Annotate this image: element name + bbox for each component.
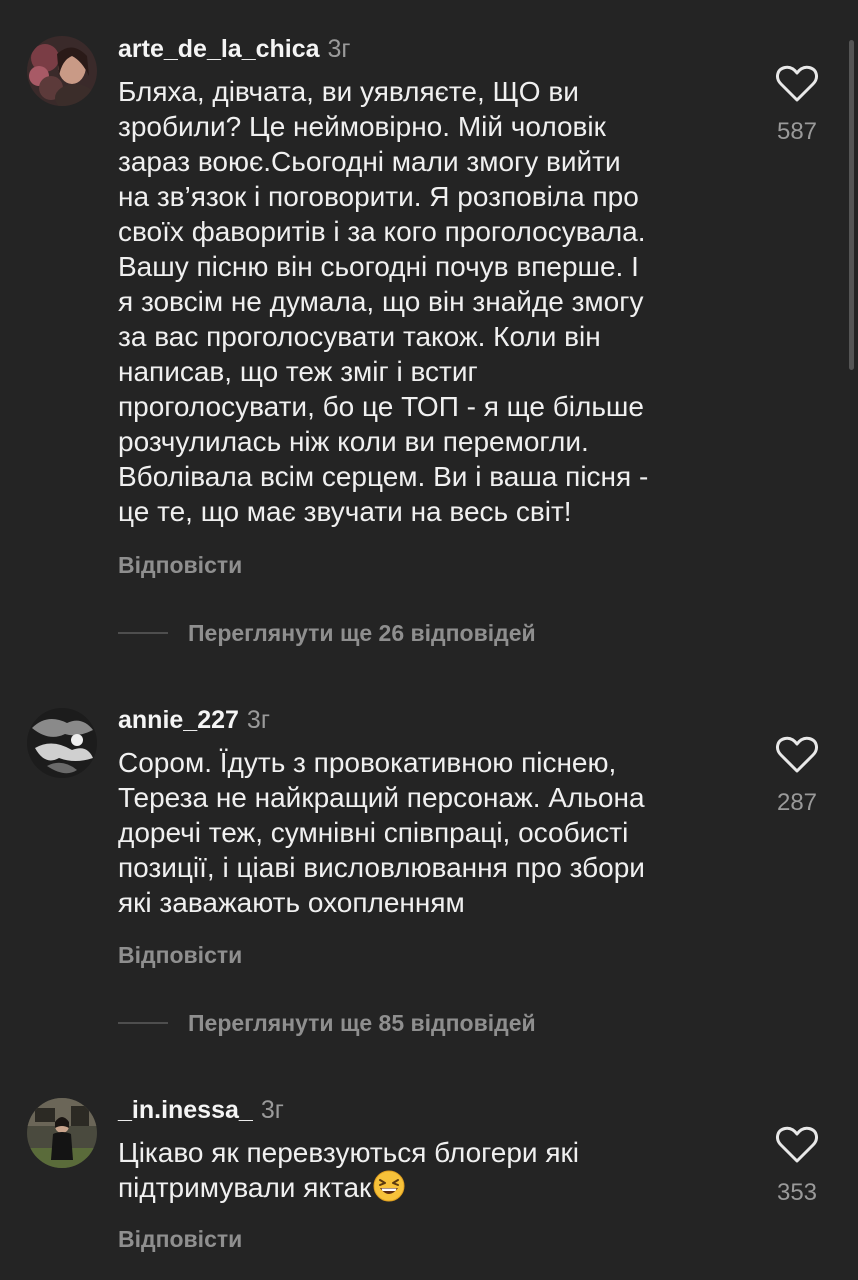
like-heart-icon[interactable] [775,1125,819,1165]
comment-text: Сором. Їдуть з провокативною піснею, Тер… [118,747,645,918]
reply-button[interactable]: Відповісти [118,552,242,579]
timestamp: 3г [327,35,351,63]
comment-text-content: Цікаво як перевзуються блогери які підтр… [118,1137,579,1203]
comment-header: annie_227 3г [118,705,270,735]
comment-header: arte_de_la_chica 3г [118,34,351,64]
reply-button[interactable]: Відповісти [118,942,242,969]
like-count: 353 [776,1179,818,1206]
divider [118,1022,168,1024]
avatar[interactable] [27,708,97,778]
scrollbar[interactable] [849,40,854,370]
like-heart-icon[interactable] [775,735,819,775]
divider [118,632,168,634]
timestamp: 3г [246,706,270,734]
comment-text: Бляха, дівчата, ви уявляєте, ЩО ви зроби… [118,76,649,527]
view-replies-label: Переглянути ще 85 відповідей [188,1009,536,1036]
view-replies-label: Переглянути ще 26 відповідей [188,619,536,646]
view-replies-button[interactable]: Переглянути ще 85 відповідей [118,1008,536,1038]
grinning-squinting-face-icon [373,1170,405,1210]
like-count: 587 [776,118,818,145]
comment-header: _in.inessa_ 3г [118,1095,284,1125]
username[interactable]: annie_227 [118,706,239,734]
avatar[interactable] [27,1098,97,1168]
reply-button[interactable]: Відповісти [118,1226,242,1253]
view-replies-button[interactable]: Переглянути ще 26 відповідей [118,618,536,648]
username[interactable]: arte_de_la_chica [118,35,320,63]
like-count: 287 [776,789,818,816]
comment-text: Цікаво як перевзуються блогери які підтр… [118,1135,743,1210]
like-heart-icon[interactable] [775,64,819,104]
avatar[interactable] [27,36,97,106]
timestamp: 3г [260,1096,284,1124]
username[interactable]: _in.inessa_ [118,1096,253,1124]
